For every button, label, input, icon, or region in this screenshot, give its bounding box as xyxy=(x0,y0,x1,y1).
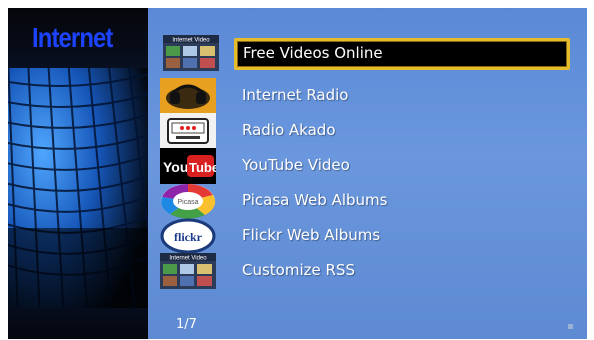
flickr-icon: flickr xyxy=(160,218,216,254)
free-videos-icon-text: Internet Video xyxy=(172,38,210,44)
menu-item-label: YouTube Video xyxy=(242,156,350,174)
free-videos-icon: Internet Video xyxy=(163,35,219,71)
menu-item-customize-rss[interactable]: Internet Video Customize RSS xyxy=(160,253,578,289)
menu-item-label: Internet Radio xyxy=(242,86,349,104)
menu-item-flickr-web-albums[interactable]: flickr Flickr Web Albums xyxy=(160,218,578,254)
picasa-icon-text: Picasa xyxy=(177,199,198,206)
customize-rss-icon: Internet Video xyxy=(160,253,216,289)
category-title: Internet xyxy=(32,22,113,53)
menu-item-radio-akado[interactable]: Radio Akado xyxy=(160,113,578,149)
page-indicator: 1/7 xyxy=(176,317,197,332)
menu-panel: Internet Video Free Videos Online Intern… xyxy=(148,8,587,339)
menu-item-label: Radio Akado xyxy=(242,121,336,139)
customize-rss-icon-text: Internet Video xyxy=(169,256,207,262)
grid-background-art xyxy=(8,68,148,308)
flickr-icon-text: flickr xyxy=(174,230,203,244)
menu-item-label: Customize RSS xyxy=(242,261,355,279)
youtube-icon-text-tube: Tube xyxy=(189,160,216,175)
youtube-icon-text-you: You xyxy=(163,159,188,175)
menu-item-free-videos-online[interactable]: Internet Video Free Videos Online xyxy=(163,35,570,71)
menu-item-label: Picasa Web Albums xyxy=(242,191,388,209)
radio-akado-icon xyxy=(160,113,216,149)
menu-item-youtube-video[interactable]: You Tube YouTube Video xyxy=(160,148,578,184)
menu-item-picasa-web-albums[interactable]: Picasa Picasa Web Albums xyxy=(161,184,578,219)
menu-item-label: Flickr Web Albums xyxy=(242,226,381,244)
media-player-screen: Internet Internet Video Free Videos Onli… xyxy=(8,8,587,339)
category-panel: Internet xyxy=(8,8,148,339)
corner-indicator-icon xyxy=(568,324,573,329)
youtube-icon: You Tube xyxy=(160,148,216,184)
menu-item-internet-radio[interactable]: Internet Radio xyxy=(160,78,578,114)
menu-item-label: Free Videos Online xyxy=(243,44,383,62)
internet-radio-icon xyxy=(160,78,216,114)
picasa-icon: Picasa xyxy=(161,184,216,219)
